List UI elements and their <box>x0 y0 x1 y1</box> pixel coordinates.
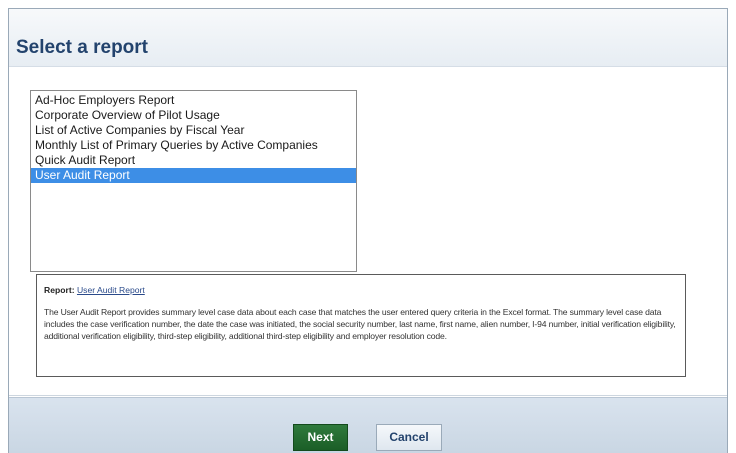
report-item-corporate-overview[interactable]: Corporate Overview of Pilot Usage <box>31 108 356 123</box>
report-item-monthly-primary-queries[interactable]: Monthly List of Primary Queries by Activ… <box>31 138 356 153</box>
report-description-box: Report: User Audit Report The User Audit… <box>36 274 686 377</box>
report-item-quick-audit[interactable]: Quick Audit Report <box>31 153 356 168</box>
report-listbox[interactable]: Ad-Hoc Employers Report Corporate Overvi… <box>30 90 357 272</box>
report-selection-panel: Select a report Ad-Hoc Employers Report … <box>8 8 728 453</box>
next-button[interactable]: Next <box>293 424 348 451</box>
report-item-ad-hoc-employers[interactable]: Ad-Hoc Employers Report <box>31 93 356 108</box>
cancel-button[interactable]: Cancel <box>376 424 442 451</box>
content-divider <box>9 395 727 396</box>
report-name-link[interactable]: User Audit Report <box>77 285 145 295</box>
panel-header: Select a report <box>9 9 727 67</box>
report-description-text: The User Audit Report provides summary l… <box>44 307 676 342</box>
report-description-header: Report: User Audit Report <box>44 284 677 296</box>
report-label: Report: <box>44 285 75 295</box>
report-item-active-companies-fiscal-year[interactable]: List of Active Companies by Fiscal Year <box>31 123 356 138</box>
panel-footer: Next Cancel <box>9 397 727 453</box>
page-title: Select a report <box>16 37 148 58</box>
report-item-user-audit[interactable]: User Audit Report <box>31 168 356 183</box>
